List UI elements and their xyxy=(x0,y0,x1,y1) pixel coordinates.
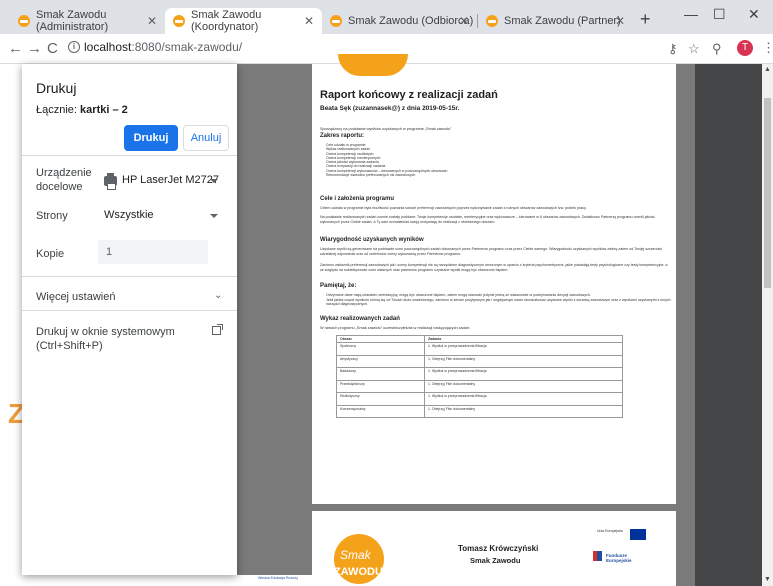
back-icon[interactable]: ← xyxy=(8,40,23,57)
chevron-down-icon[interactable] xyxy=(210,179,218,183)
tab-partner-visible-text[interactable] xyxy=(330,8,338,34)
doc-goals-p1: Celem udziału w programie była możliwość… xyxy=(320,206,587,210)
doc-tasks-table: Obszar Zadania Społeczny 1. Wydłuż w prze… xyxy=(336,335,623,418)
tab-administrator[interactable]: Smak Zawodu (Administrator) ✕ xyxy=(10,8,165,34)
doc-results-p1: Uzyskane wyniki są generowane na podstaw… xyxy=(320,247,663,256)
avatar[interactable]: T xyxy=(737,40,753,56)
preview-right-strip xyxy=(695,64,762,586)
total-sheets: Łącznie: kartki – 2 xyxy=(36,104,128,116)
scroll-down-icon[interactable]: ▼ xyxy=(764,576,771,583)
doc-intro: Sporządzony na podstawie wyników uzyskan… xyxy=(320,127,452,131)
eu-label: Unia Europejska xyxy=(597,529,623,533)
doc-tasks-intro: W ramach programu „Smak zawodu” uczestni… xyxy=(320,326,471,330)
tab-bar: Smak Zawodu (Administrator) ✕ Smak Zawod… xyxy=(0,0,773,34)
tab-label: Smak Zawodu (Administrator) xyxy=(36,9,109,33)
tab-label: Smak Zawodu (Koordynator) xyxy=(191,9,262,33)
list-item: Rekomendacje zawodów preferowanych niż z… xyxy=(326,173,416,178)
doc-goals-heading: Cele i założenia programu xyxy=(320,196,395,202)
print-dialog: Drukuj Łącznie: kartki – 2 Drukuj Anuluj… xyxy=(22,64,237,575)
doc-toc-heading: Zakres raportu: xyxy=(320,133,365,139)
destination-select[interactable]: HP LaserJet M2727 xyxy=(122,174,219,186)
footer-name: Tomasz Krówczyński xyxy=(458,544,539,553)
tab-close-icon[interactable]: ✕ xyxy=(304,14,314,28)
menu-icon[interactable]: ⋮ xyxy=(762,40,773,56)
open-in-new-icon[interactable] xyxy=(212,324,223,335)
site-favicon-icon xyxy=(486,15,498,27)
doc-remember-heading: Pamiętaj, że: xyxy=(320,283,357,289)
reload-icon[interactable]: C xyxy=(47,40,58,57)
tab-close-icon[interactable]: ✕ xyxy=(147,14,157,28)
forward-icon[interactable]: → xyxy=(27,40,42,57)
chevron-down-icon[interactable]: ⌄ xyxy=(214,290,222,301)
table-row: Realistyczny 1. Wydłuż w przeprowadzenia … xyxy=(336,392,623,406)
table-header: Zadania xyxy=(424,335,623,343)
list-item: Jeśli jakieś części wyników różnią się o… xyxy=(326,297,671,307)
doc-author: Beata Sęk (zuzannasek@) z dnia 2019-05-1… xyxy=(320,105,460,112)
doc-title: Raport końcowy z realizacji zadań xyxy=(320,89,498,101)
destination-label: Urządzenie docelowe xyxy=(36,167,92,193)
table-row: Przedsiębiorczy 1. Obejrzyj Film dokument… xyxy=(336,379,623,393)
tab-koordynator[interactable]: Smak Zawodu (Koordynator) ✕ xyxy=(165,8,322,34)
table-row: Artystyczny 1. Obejrzyj Film dokumentalny xyxy=(336,354,623,368)
maximize-button[interactable]: ☐ xyxy=(713,6,726,23)
divider xyxy=(22,276,237,277)
tab-label: Smak Zawodu (Odbiorca) xyxy=(348,15,474,27)
table-header: Obszar xyxy=(336,335,425,343)
logo-top xyxy=(338,54,408,76)
table-row: Społeczny 1. Wydłuż w przeprowadzenia fil… xyxy=(336,342,623,356)
eu-flag-icon xyxy=(630,529,646,540)
extension-icon[interactable]: ⚲ xyxy=(712,41,722,57)
site-favicon-icon xyxy=(18,15,30,27)
cancel-button[interactable]: Anuluj xyxy=(183,125,229,151)
doc-results-p2: Zarówno wskaźnik preferencji zawodowych … xyxy=(320,263,668,272)
doc-goals-p2: Na podstawie realizowanych zadań ocenie … xyxy=(320,215,655,224)
pages-select[interactable]: Wszystkie xyxy=(104,209,154,221)
doc-tasks-heading: Wykaz realizowanych zadań xyxy=(320,316,400,322)
site-favicon-icon xyxy=(173,15,185,27)
url-bar[interactable]: localhost:8080/smak-zawodu/ xyxy=(84,40,242,54)
close-window-button[interactable]: ✕ xyxy=(748,6,760,23)
dialog-title: Drukuj xyxy=(36,80,77,96)
chevron-down-icon[interactable] xyxy=(210,214,218,218)
print-button[interactable]: Drukuj xyxy=(124,125,178,151)
scrollbar-thumb[interactable] xyxy=(764,98,771,288)
info-icon[interactable]: i xyxy=(68,41,80,53)
table-row: Badawczy 1. Wydłuż w przeprowadzenia filt… xyxy=(336,367,623,381)
tab-partner[interactable]: Smak Zawodu (Partner) ✕ xyxy=(478,8,633,34)
system-dialog-link[interactable]: Drukuj w oknie systemowym (Ctrl+Shift+P) xyxy=(36,325,237,353)
divider xyxy=(22,310,237,311)
pages-label: Strony xyxy=(36,210,68,222)
copies-input[interactable]: 1 xyxy=(98,240,208,264)
tab-label: Smak Zawodu (Partner) xyxy=(504,15,621,27)
logo-word-2: ZAWODU xyxy=(334,566,383,578)
minimize-button[interactable]: — xyxy=(684,6,698,22)
printer-icon xyxy=(104,173,117,190)
key-icon[interactable]: ⚷ xyxy=(668,41,678,57)
tab-close-icon[interactable]: ✕ xyxy=(615,14,625,28)
tab-odbiorca[interactable]: Smak Zawodu (Odbiorca) ✕ xyxy=(322,8,477,34)
new-tab-button[interactable]: + xyxy=(640,10,651,28)
doc-toc-list: Cele udziału w programie Wykaz realizowa… xyxy=(326,143,447,177)
logo-word-1: Smak xyxy=(340,548,371,562)
doc-remember-list: Otrzymane dane mają charakter orientacyj… xyxy=(326,293,672,307)
tab-close-icon[interactable]: ✕ xyxy=(459,14,469,28)
more-settings-toggle[interactable]: Więcej ustawień xyxy=(36,290,115,304)
star-icon[interactable]: ☆ xyxy=(688,41,700,57)
fe-logo-icon xyxy=(593,551,602,561)
copies-label: Kopie xyxy=(36,248,65,260)
scroll-up-icon[interactable]: ▲ xyxy=(764,66,771,73)
divider xyxy=(22,155,237,156)
doc-results-heading: Wiarygodność uzyskanych wyników xyxy=(320,237,424,243)
fe-label: Fundusze Europejskie xyxy=(606,553,632,563)
bottom-logo-text: Wiedza Edukacja Rozwój xyxy=(258,576,298,580)
footer-brand: Smak Zawodu xyxy=(470,556,521,565)
table-row: Konwencjonalny 1. Obejrzyj Film dokumenta… xyxy=(336,404,623,418)
